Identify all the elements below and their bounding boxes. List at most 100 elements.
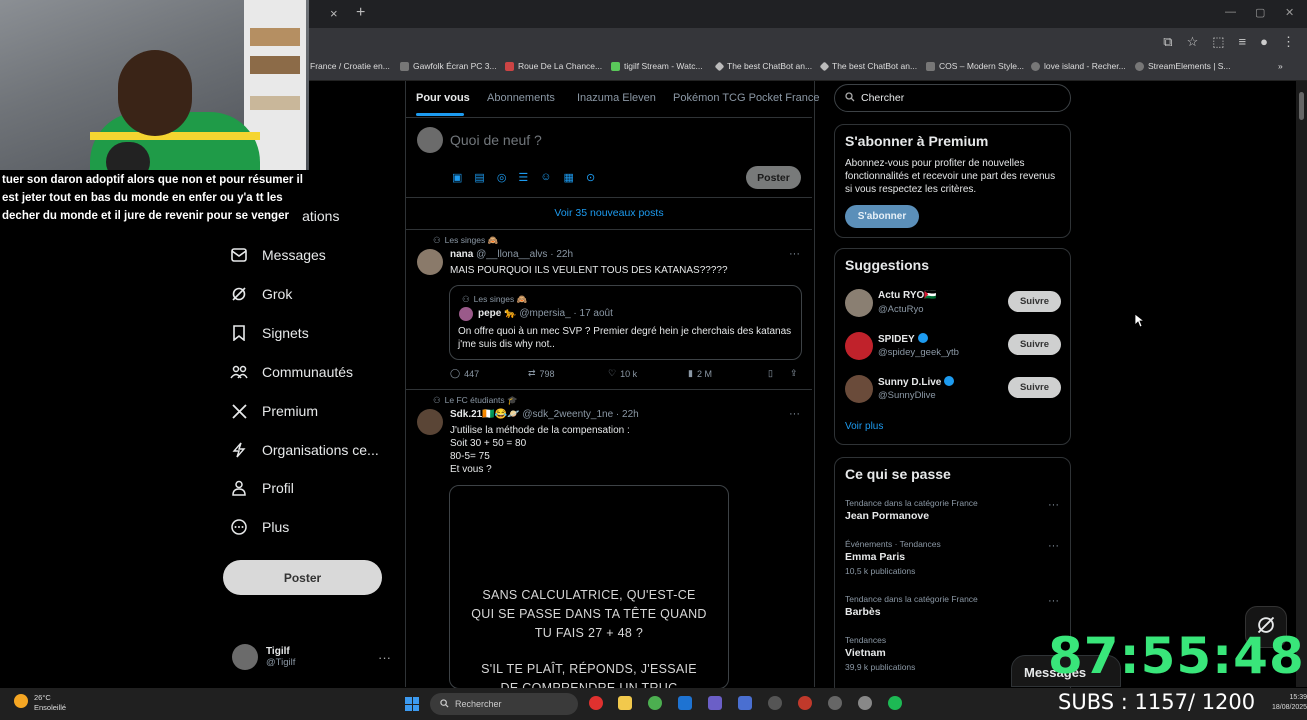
share-button[interactable]: ⇪: [790, 368, 798, 379]
community-context[interactable]: ⚇ Les singes 🙈: [433, 235, 498, 246]
bookmark-item[interactable]: Gawfolk Écran PC 3...: [400, 61, 497, 71]
tab-for-you[interactable]: Pour vous: [416, 92, 470, 104]
opera-icon[interactable]: [589, 696, 603, 710]
nav-item-profile[interactable]: Profil: [230, 479, 294, 497]
grok-icon[interactable]: ◎: [497, 171, 507, 184]
avatar[interactable]: [417, 249, 443, 275]
location-icon[interactable]: ⊙: [586, 171, 595, 184]
bookmark-item[interactable]: StreamElements | S...: [1135, 61, 1231, 71]
app-icon[interactable]: [798, 696, 812, 710]
suggestion-name[interactable]: Actu RYO🇵🇸: [878, 290, 937, 301]
bookmark-item[interactable]: love island - Recher...: [1031, 61, 1126, 71]
bookmark-item[interactable]: COS – Modern Style...: [926, 61, 1024, 71]
avatar[interactable]: [845, 289, 873, 317]
account-more-icon[interactable]: ···: [378, 650, 391, 665]
compose-input[interactable]: Quoi de neuf ?: [450, 132, 542, 148]
image-icon[interactable]: ▣: [452, 171, 462, 184]
post-author[interactable]: Sdk.21🇨🇮😂🪐 @sdk_2weenty_1ne · 22h: [450, 409, 639, 420]
menu-icon[interactable]: ⋮: [1282, 34, 1295, 50]
start-button[interactable]: [405, 697, 419, 711]
nav-item-grok[interactable]: Grok: [230, 285, 292, 303]
bookmark-button[interactable]: ▯: [768, 368, 773, 379]
tab-following[interactable]: Abonnements: [487, 92, 555, 104]
tab-close-button[interactable]: ×: [330, 6, 338, 21]
post-media[interactable]: SANS CALCULATRICE, QU'EST-CE QUI SE PASS…: [449, 485, 729, 689]
scrollbar-thumb[interactable]: [1299, 92, 1304, 120]
app-icon[interactable]: [768, 696, 782, 710]
nav-item-messages[interactable]: Messages: [230, 246, 326, 264]
trend-item[interactable]: Jean Pormanove: [845, 510, 929, 522]
follow-button[interactable]: Suivre: [1008, 334, 1061, 355]
gif-icon[interactable]: ▤: [474, 171, 484, 184]
media-player-icon[interactable]: [858, 696, 872, 710]
teams-icon[interactable]: [708, 696, 722, 710]
trend-item[interactable]: Vietnam: [845, 647, 886, 659]
star-icon[interactable]: ☆: [1187, 34, 1199, 50]
post-author[interactable]: nana @__llona__alvs · 22h: [450, 249, 573, 260]
trend-more-icon[interactable]: ···: [1048, 540, 1059, 552]
avatar[interactable]: [845, 332, 873, 360]
avatar[interactable]: [417, 409, 443, 435]
views-button[interactable]: ▮ 2 M: [688, 368, 712, 379]
suggestion-name[interactable]: Sunny D.Live: [878, 376, 955, 388]
media-icon[interactable]: ≡: [1239, 34, 1247, 50]
nav-item-more[interactable]: Plus: [230, 518, 289, 536]
follow-button[interactable]: Suivre: [1008, 377, 1061, 398]
file-explorer-icon[interactable]: [618, 696, 632, 710]
nav-item-communities[interactable]: Communautés: [230, 363, 353, 381]
tab-inazuma-eleven[interactable]: Inazuma Eleven: [577, 92, 656, 104]
trend-more-icon[interactable]: ···: [1048, 499, 1059, 511]
post-more-icon[interactable]: ···: [789, 248, 800, 260]
profile-icon[interactable]: ●: [1260, 34, 1268, 50]
weather-widget[interactable]: 26°C Ensoleillé: [34, 693, 66, 713]
schedule-icon[interactable]: ▦: [564, 171, 574, 184]
spotify-icon[interactable]: [888, 696, 902, 710]
trend-more-icon[interactable]: ···: [1048, 595, 1059, 607]
outlook-icon[interactable]: [678, 696, 692, 710]
show-more-link[interactable]: Voir plus: [845, 421, 883, 432]
bookmark-item[interactable]: The best ChatBot an...: [714, 61, 812, 71]
subscribe-button[interactable]: S'abonner: [845, 205, 919, 228]
bookmark-item[interactable]: France / Croatie en...: [310, 61, 390, 71]
nav-item-bookmarks[interactable]: Signets: [230, 324, 309, 342]
poll-icon[interactable]: ☰: [518, 171, 528, 184]
nav-item-organizations[interactable]: Organisations ce...: [230, 441, 379, 459]
compose-post-button[interactable]: Poster: [746, 166, 801, 189]
chrome-icon[interactable]: [648, 696, 662, 710]
account-switcher[interactable]: Tigilf @Tigilf: [232, 644, 295, 670]
nav-item-premium[interactable]: Premium: [230, 402, 318, 420]
follow-button[interactable]: Suivre: [1008, 291, 1061, 312]
bookmark-item[interactable]: Roue De La Chance...: [505, 61, 602, 71]
community-context[interactable]: ⚇ Le FC étudiants 🎓: [433, 395, 518, 406]
taskbar-search[interactable]: Rechercher: [430, 693, 578, 715]
nav-label: Signets: [262, 325, 309, 341]
reply-button[interactable]: ◯ 447: [450, 368, 479, 379]
emoji-icon[interactable]: ☺: [540, 171, 551, 184]
post-more-icon[interactable]: ···: [789, 408, 800, 420]
weather-icon[interactable]: [14, 694, 28, 708]
trend-item[interactable]: Emma Paris: [845, 551, 905, 563]
verified-badge-icon: [917, 333, 928, 343]
like-button[interactable]: ♡ 10 k: [608, 368, 637, 379]
system-clock[interactable]: 15:39 18/08/2025: [1272, 693, 1307, 713]
post-button[interactable]: Poster: [223, 560, 382, 595]
tab-pokemon-tcg[interactable]: Pokémon TCG Pocket France: [673, 92, 820, 104]
bookmarks-overflow[interactable]: »: [1278, 61, 1283, 71]
suggestion-name[interactable]: SPIDEY: [878, 333, 928, 345]
bookmark-item[interactable]: tigilf Stream - Watc...: [611, 61, 703, 71]
maximize-icon[interactable]: ▢: [1255, 6, 1265, 19]
extensions-icon[interactable]: ⬚: [1212, 34, 1224, 50]
repost-button[interactable]: ⇄ 798: [528, 368, 555, 379]
show-new-posts[interactable]: Voir 35 nouveaux posts: [406, 198, 812, 228]
new-tab-button[interactable]: +: [356, 4, 365, 22]
avatar[interactable]: [845, 375, 873, 403]
trend-item[interactable]: Barbès: [845, 606, 881, 618]
scrollbar[interactable]: [1296, 81, 1307, 687]
search-input[interactable]: Chercher: [834, 84, 1071, 112]
bookmark-item[interactable]: The best ChatBot an...: [819, 61, 917, 71]
app-icon[interactable]: [738, 696, 752, 710]
minimize-icon[interactable]: —: [1225, 6, 1236, 18]
window-close-icon[interactable]: ✕: [1285, 6, 1294, 19]
obs-icon[interactable]: [828, 696, 842, 710]
cast-icon[interactable]: ⧉: [1163, 34, 1172, 50]
